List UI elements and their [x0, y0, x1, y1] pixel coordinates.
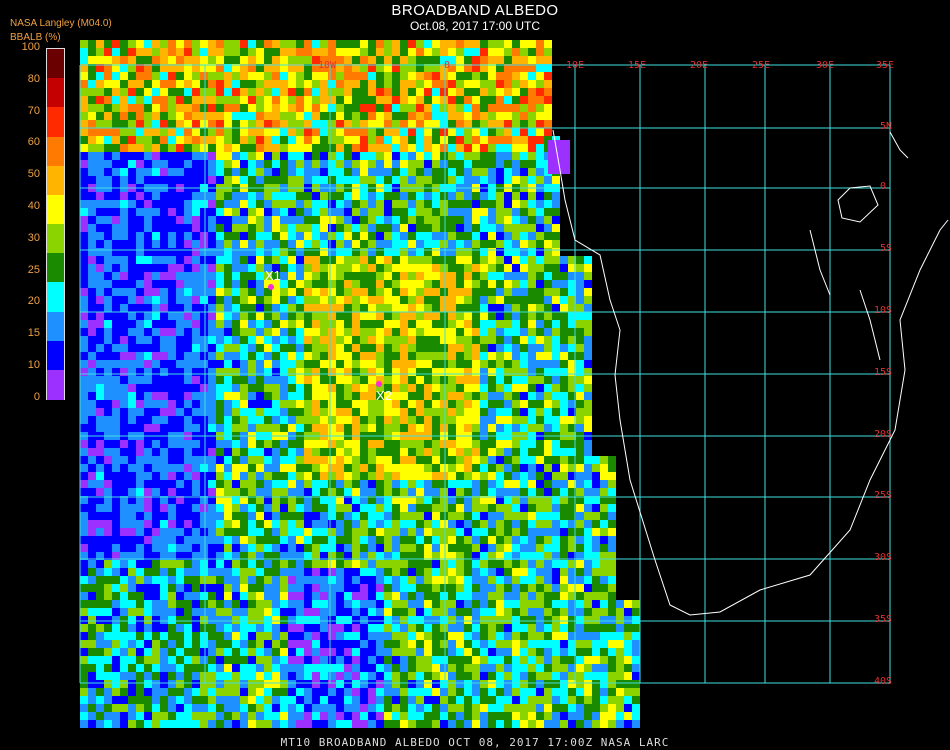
colorbar-swatch: [47, 224, 64, 254]
data-source-label: NASA Langley (M04.0): [10, 18, 112, 29]
colorbar-tick-label: 25: [27, 263, 40, 276]
colorbar-tick-label: 20: [27, 295, 40, 308]
satellite-imagery: [80, 40, 640, 728]
longitude-label: 25E: [752, 60, 771, 71]
latitude-label: 0: [880, 181, 887, 192]
marker-x2-label: X2: [376, 388, 392, 403]
albedo-map: [79, 40, 949, 728]
colorbar-tick-label: 10: [27, 359, 40, 371]
longitude-label: 10E: [566, 60, 585, 71]
colorbar-tick-label: 0: [33, 390, 40, 403]
latitude-label: 5S: [880, 243, 893, 254]
colorbar-tick-label: 15: [27, 327, 40, 340]
latitude-label: 20S: [874, 429, 893, 440]
colorbar-tick-label: 70: [27, 104, 40, 117]
colorbar-swatch: [47, 107, 64, 138]
colorbar-tick-label: 60: [27, 136, 40, 149]
colorbar-swatch: [47, 369, 64, 400]
colorbar-swatch: [47, 165, 64, 196]
longitude-label: 35E: [876, 60, 895, 71]
colorbar-swatch: [47, 311, 64, 342]
latitude-label: 5N: [880, 121, 893, 132]
longitude-label: 15E: [628, 60, 647, 71]
marker-x1-label: X1: [265, 268, 281, 283]
colorbar-tick-label: 30: [27, 231, 40, 244]
colorbar-tick-label: 80: [27, 72, 40, 85]
colorbar-tick-label: 40: [27, 200, 40, 212]
colorbar: [46, 48, 65, 400]
colorbar-swatch: [47, 194, 64, 225]
marker-x2-dot: [376, 381, 382, 387]
latitude-label: 35S: [874, 614, 893, 625]
latitude-label: 30S: [874, 552, 893, 563]
colorbar-swatch: [47, 49, 64, 79]
page-subtitle: Oct.08, 2017 17:00 UTC: [409, 19, 541, 33]
page-title: BROADBAND ALBEDO: [391, 2, 559, 19]
longitude-label: 30E: [816, 60, 835, 71]
colorbar-tick-label: 50: [27, 168, 40, 181]
colorbar-tick-label: 100: [21, 41, 40, 53]
colorbar-swatch: [47, 78, 64, 109]
colorbar-swatch: [47, 282, 64, 313]
colorbar-swatch: [47, 136, 64, 167]
longitude-label: 10W: [318, 60, 337, 71]
colorbar-swatch: [47, 253, 64, 284]
latitude-label: 15S: [874, 367, 893, 378]
latitude-label: 40S: [874, 676, 893, 687]
marker-x1-dot: [268, 284, 274, 290]
longitude-label: 0: [444, 60, 451, 71]
latitude-label: 25S: [874, 490, 893, 501]
latitude-label: 10S: [874, 305, 893, 316]
colorbar-swatch: [47, 340, 64, 371]
longitude-label: 20E: [690, 60, 709, 71]
footer-caption: MT10 BROADBAND ALBEDO OCT 08, 2017 17:00…: [280, 736, 670, 749]
